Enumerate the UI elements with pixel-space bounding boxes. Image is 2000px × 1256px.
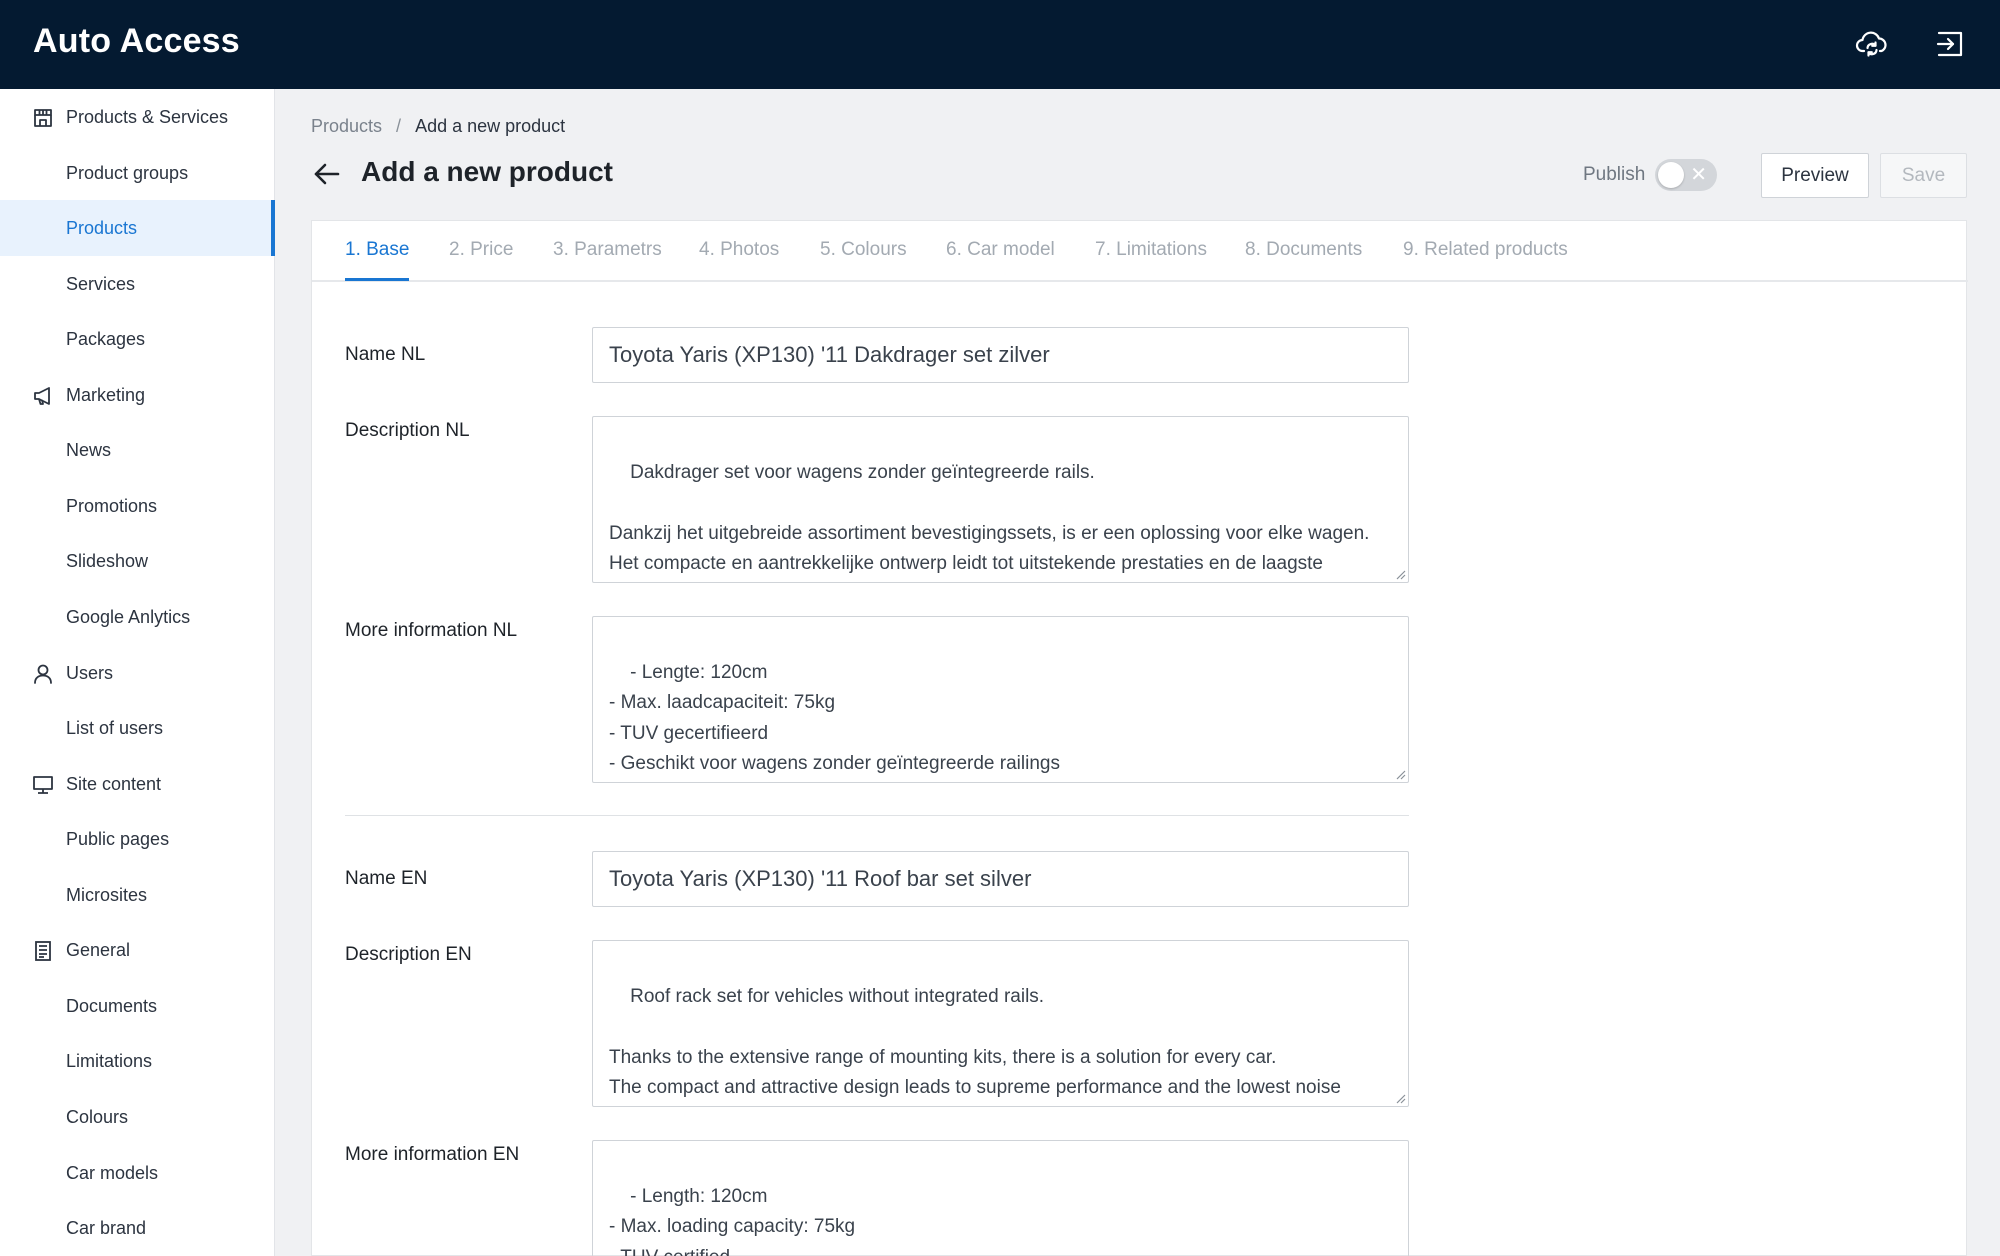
sidebar-item-car-brand[interactable]: Car brand	[0, 1200, 275, 1256]
breadcrumb-products-link[interactable]: Products	[311, 116, 382, 136]
document-list-icon	[35, 941, 51, 961]
name-nl-value: Toyota Yaris (XP130) '11 Dakdrager set z…	[609, 342, 1050, 367]
sidebar-label: Products	[66, 217, 138, 238]
sidebar-label: News	[66, 439, 112, 460]
sidebar-section-products-services[interactable]: Products & Services	[0, 89, 275, 145]
tab-limitations[interactable]: 7. Limitations	[1095, 239, 1207, 261]
tab-price[interactable]: 2. Price	[449, 239, 513, 261]
description-nl-textarea[interactable]: Dakdrager set voor wagens zonder geïnteg…	[592, 416, 1409, 583]
logout-icon[interactable]	[1930, 24, 1970, 64]
description-en-label: Description EN	[345, 944, 472, 965]
toggle-knob	[1658, 162, 1684, 188]
sidebar-item-products[interactable]: Products	[0, 200, 275, 256]
sidebar: Products & Services Product groups Produ…	[0, 89, 275, 1256]
breadcrumb: Products / Add a new product	[311, 116, 565, 137]
sidebar-item-news[interactable]: News	[0, 422, 275, 478]
user-icon	[34, 664, 52, 684]
sidebar-item-documents[interactable]: Documents	[0, 978, 275, 1034]
sidebar-section-site-content[interactable]: Site content	[0, 756, 275, 812]
name-nl-label: Name NL	[345, 344, 426, 365]
sidebar-item-google-anlytics[interactable]: Google Anlytics	[0, 589, 275, 645]
sidebar-label: Packages	[66, 328, 146, 349]
more-info-nl-label: More information NL	[345, 620, 518, 641]
resize-handle-icon[interactable]	[1394, 1092, 1406, 1104]
sidebar-label: Colours	[66, 1106, 129, 1127]
tab-bar: 1. Base 2. Price 3. Parametrs 4. Photos …	[312, 221, 1968, 282]
store-icon	[34, 109, 52, 127]
back-arrow-icon[interactable]	[311, 158, 343, 190]
sidebar-label: List of users	[66, 717, 164, 738]
language-divider	[345, 815, 1409, 816]
page-title: Add a new product	[361, 156, 613, 187]
description-en-value: Roof rack set for vehicles without integ…	[609, 985, 1341, 1099]
more-info-nl-textarea[interactable]: - Lengte: 120cm - Max. laadcapaciteit: 7…	[592, 616, 1409, 783]
name-en-value: Toyota Yaris (XP130) '11 Roof bar set si…	[609, 866, 1032, 891]
more-info-en-label: More information EN	[345, 1144, 520, 1165]
monitor-icon	[33, 776, 53, 794]
tab-car-model[interactable]: 6. Car model	[946, 239, 1055, 261]
sidebar-item-car-models[interactable]: Car models	[0, 1145, 275, 1201]
tab-photos[interactable]: 4. Photos	[699, 239, 779, 261]
more-info-en-value: - Length: 120cm - Max. loading capacity:…	[609, 1185, 856, 1256]
sidebar-label: Marketing	[66, 384, 146, 405]
sidebar-item-limitations[interactable]: Limitations	[0, 1033, 275, 1089]
description-nl-value: Dakdrager set voor wagens zonder geïnteg…	[609, 461, 1370, 575]
sidebar-label: General	[66, 939, 131, 960]
sidebar-label: Site content	[66, 773, 162, 794]
tab-base[interactable]: 1. Base	[345, 239, 410, 281]
more-info-en-textarea[interactable]: - Length: 120cm - Max. loading capacity:…	[592, 1140, 1409, 1256]
description-en-textarea[interactable]: Roof rack set for vehicles without integ…	[592, 940, 1409, 1107]
sidebar-label: Documents	[66, 995, 158, 1016]
sidebar-item-colours[interactable]: Colours	[0, 1089, 275, 1145]
sidebar-label: Users	[66, 662, 114, 683]
name-en-input[interactable]: Toyota Yaris (XP130) '11 Roof bar set si…	[592, 851, 1409, 907]
tab-related-products[interactable]: 9. Related products	[1403, 239, 1568, 261]
sidebar-label: Slideshow	[66, 550, 149, 571]
tab-colours[interactable]: 5. Colours	[820, 239, 907, 261]
sidebar-label: Microsites	[66, 884, 148, 905]
resize-handle-icon[interactable]	[1394, 568, 1406, 580]
sidebar-section-marketing[interactable]: Marketing	[0, 367, 275, 423]
sidebar-label: Limitations	[66, 1050, 153, 1071]
sidebar-section-users[interactable]: Users	[0, 645, 275, 701]
name-nl-input[interactable]: Toyota Yaris (XP130) '11 Dakdrager set z…	[592, 327, 1409, 383]
product-form-panel: 1. Base 2. Price 3. Parametrs 4. Photos …	[311, 220, 1968, 1256]
sidebar-item-promotions[interactable]: Promotions	[0, 478, 275, 534]
sidebar-item-packages[interactable]: Packages	[0, 311, 275, 367]
sidebar-item-services[interactable]: Services	[0, 256, 275, 312]
publish-label: Publish	[1583, 164, 1646, 185]
sidebar-item-public-pages[interactable]: Public pages	[0, 811, 275, 867]
breadcrumb-separator: /	[396, 116, 402, 136]
breadcrumb-current: Add a new product	[415, 116, 566, 136]
sidebar-label: Services	[66, 273, 136, 294]
sidebar-label: Promotions	[66, 495, 158, 516]
sidebar-item-slideshow[interactable]: Slideshow	[0, 533, 275, 589]
app-brand: Auto Access	[33, 22, 240, 60]
tab-documents[interactable]: 8. Documents	[1245, 239, 1362, 261]
sidebar-item-list-of-users[interactable]: List of users	[0, 700, 275, 756]
sidebar-label: Products & Services	[66, 106, 229, 127]
publish-toggle[interactable]: ✕	[1655, 159, 1717, 191]
sidebar-label: Public pages	[66, 828, 170, 849]
tab-parametrs[interactable]: 3. Parametrs	[553, 239, 662, 261]
top-bar: Auto Access	[0, 0, 2000, 89]
save-button[interactable]: Save	[1880, 153, 1967, 198]
preview-button[interactable]: Preview	[1761, 153, 1869, 198]
description-nl-label: Description NL	[345, 420, 470, 441]
name-en-label: Name EN	[345, 868, 428, 889]
sidebar-section-general[interactable]: General	[0, 922, 275, 978]
sidebar-label: Car brand	[66, 1217, 147, 1238]
sidebar-label: Google Anlytics	[66, 606, 191, 627]
sidebar-item-product-groups[interactable]: Product groups	[0, 145, 275, 201]
sidebar-label: Product groups	[66, 162, 189, 183]
sidebar-item-microsites[interactable]: Microsites	[0, 867, 275, 923]
sidebar-label: Car models	[66, 1162, 159, 1183]
toggle-off-icon: ✕	[1690, 164, 1707, 186]
more-info-nl-value: - Lengte: 120cm - Max. laadcapaciteit: 7…	[609, 661, 1060, 775]
megaphone-icon	[34, 387, 50, 405]
cloud-sync-icon[interactable]	[1852, 24, 1892, 64]
resize-handle-icon[interactable]	[1394, 768, 1406, 780]
